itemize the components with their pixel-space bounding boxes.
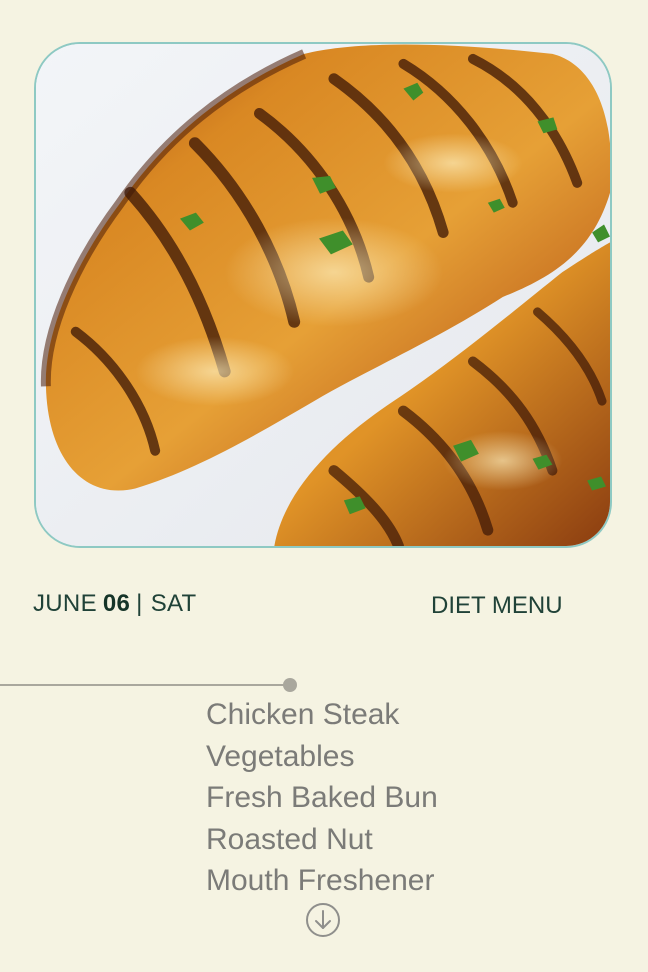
date-day: 06 — [102, 590, 131, 617]
timeline-dot — [283, 678, 297, 692]
menu-item: Mouth Freshener — [206, 864, 435, 897]
menu-list: Chicken Steak Vegetables Fresh Baked Bun… — [206, 694, 438, 902]
menu-item: Chicken Steak — [206, 698, 400, 731]
scroll-down-button[interactable] — [305, 902, 341, 938]
date-separator: | — [136, 590, 143, 617]
date-display: JUNE 06 | SAT — [33, 590, 197, 618]
date-month: JUNE — [33, 590, 97, 617]
arrow-down-circle-icon — [306, 903, 340, 937]
menu-item: Vegetables — [206, 739, 355, 773]
menu-item: Roasted Nut — [206, 822, 373, 856]
menu-title: DIET MENU — [431, 592, 563, 619]
timeline-line — [0, 684, 292, 686]
hero-food-image — [34, 42, 612, 548]
date-weekday: SAT — [150, 590, 197, 617]
menu-item: Fresh Baked Bun — [206, 781, 438, 814]
